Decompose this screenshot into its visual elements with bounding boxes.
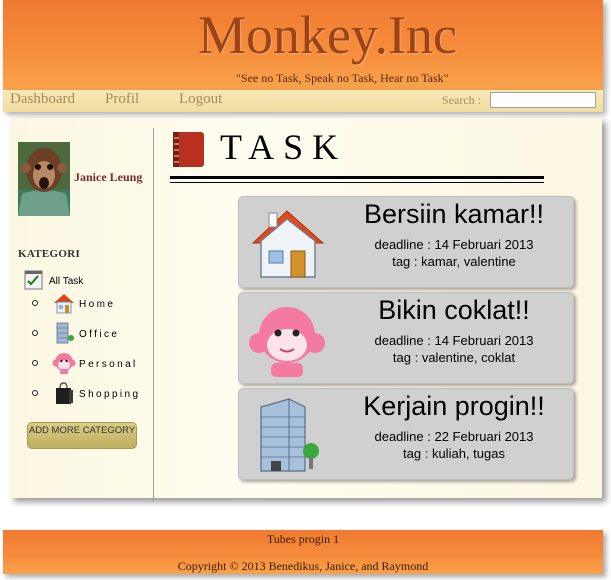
footer-copyright: Copyright © 2013 Benedikus, Janice, and … (177, 559, 429, 573)
nav-bar: Dashboard Profil Logout Search : (3, 90, 603, 112)
task-page-title: TASK (220, 127, 348, 167)
task-deadline: deadline : 14 Februari 2013 (374, 333, 534, 348)
office-building-icon (260, 398, 319, 472)
home-icon (251, 210, 325, 278)
kategori-heading: KATEGORI (18, 248, 81, 260)
search-label: Search : (442, 93, 481, 107)
list-bullet (32, 330, 38, 336)
category-all-task[interactable]: All Task (24, 270, 144, 292)
category-personal-label: Personal (79, 359, 138, 370)
site-footer: Tubes progin 1 Copyright © 2013 Benediku… (3, 530, 603, 574)
category-shopping-label: Shopping (79, 389, 141, 400)
home-icon (54, 294, 74, 314)
nav-logout-link[interactable]: Logout (179, 91, 222, 108)
task-deadline: deadline : 14 Februari 2013 (374, 237, 534, 252)
site-tagline: "See no Task, Speak no Task, Hear no Tas… (236, 71, 449, 85)
category-office[interactable]: Office (30, 321, 155, 349)
office-building-icon (56, 322, 74, 344)
task-card[interactable]: Kerjain progin!! deadline : 22 Februari … (238, 388, 574, 480)
category-home-label: Home (79, 299, 116, 310)
list-bullet (32, 300, 38, 306)
nav-profil-link[interactable]: Profil (105, 91, 139, 108)
monkey-face-icon (52, 353, 76, 374)
shopping-bag-icon (56, 382, 73, 404)
search-input[interactable] (490, 92, 596, 108)
category-home[interactable]: Home (30, 291, 155, 319)
category-personal[interactable]: Personal (30, 351, 155, 379)
task-title: Bikin coklat!! (378, 295, 530, 325)
user-name[interactable]: Janice Leung (74, 170, 142, 185)
book-icon (173, 132, 204, 167)
task-title: Kerjain progin!! (363, 391, 545, 421)
title-rule (170, 176, 544, 179)
category-office-label: Office (79, 329, 120, 340)
checklist-icon (24, 270, 43, 290)
task-tags: tag : kuliah, tugas (403, 446, 505, 461)
title-rule-thin (170, 182, 544, 183)
monkey-face-icon (249, 307, 325, 377)
footer-project-name: Tubes progin 1 (266, 532, 340, 546)
category-all-task-label: All Task (49, 276, 84, 287)
nav-dashboard-link[interactable]: Dashboard (10, 91, 75, 108)
site-header: Monkey.Inc "See no Task, Speak no Task, … (3, 0, 603, 90)
user-avatar (18, 142, 70, 216)
task-card[interactable]: Bersiin kamar!! deadline : 14 Februari 2… (238, 196, 574, 288)
task-card[interactable]: Bikin coklat!! deadline : 14 Februari 20… (238, 292, 574, 384)
add-more-category-button[interactable]: ADD MORE CATEGORY (27, 422, 137, 449)
task-title: Bersiin kamar!! (363, 199, 545, 229)
task-tags: tag : valentine, coklat (392, 350, 516, 365)
list-bullet (32, 390, 38, 396)
task-deadline: deadline : 22 Februari 2013 (374, 429, 534, 444)
list-bullet (32, 360, 38, 366)
category-shopping[interactable]: Shopping (30, 381, 155, 409)
main-panel: Janice Leung KATEGORI All Task Home Offi… (10, 118, 602, 502)
task-tags: tag : kamar, valentine (392, 254, 516, 269)
site-title: Monkey.Inc (198, 5, 457, 65)
